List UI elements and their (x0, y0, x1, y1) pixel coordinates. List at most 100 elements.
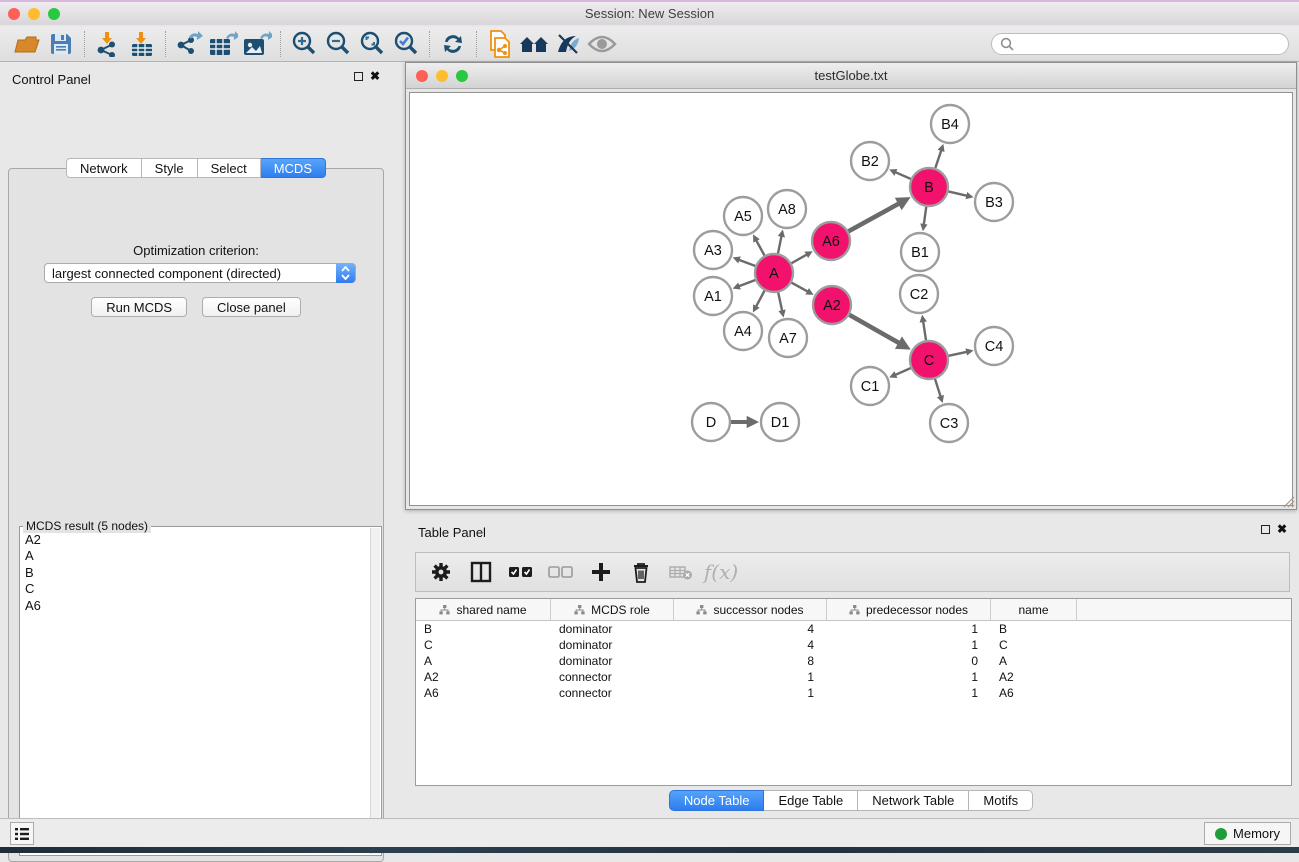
table-cell: A2 (991, 670, 1077, 684)
edge-A6-B[interactable] (846, 203, 900, 233)
desktop-background (0, 847, 1299, 853)
search-input[interactable] (1019, 37, 1280, 51)
tab-edge-table[interactable]: Edge Table (764, 790, 858, 811)
close-panel-button[interactable]: Close panel (202, 297, 301, 317)
table-cell: connector (551, 686, 674, 700)
edge-A-A2[interactable] (789, 281, 808, 292)
task-history-button[interactable] (10, 822, 34, 845)
home-icon[interactable] (517, 30, 551, 58)
toolbar-separator (280, 31, 281, 57)
clone-network-icon[interactable] (483, 30, 517, 58)
table-toolbar: f(x) (415, 552, 1290, 592)
edge-B-B4[interactable] (934, 150, 941, 171)
column-header-successor-nodes[interactable]: successor nodes (674, 599, 827, 620)
result-scrollbar[interactable] (370, 528, 380, 854)
result-item[interactable]: C (25, 581, 370, 597)
column-header-shared-name[interactable]: shared name (416, 599, 551, 620)
column-label: MCDS role (591, 603, 650, 617)
table-row[interactable]: A2connector11A2 (416, 669, 1291, 685)
tab-style[interactable]: Style (142, 158, 198, 178)
table-panel-title: Table Panel (418, 525, 486, 540)
table-row[interactable]: Cdominator41C (416, 637, 1291, 653)
table-row[interactable]: Adominator80A (416, 653, 1291, 669)
import-table-icon[interactable] (125, 30, 159, 58)
mcds-result-list[interactable]: A2ABCA6 (21, 528, 370, 854)
hide-graphics-details-icon[interactable] (551, 30, 585, 58)
delete-column-icon[interactable] (628, 559, 654, 585)
result-item[interactable]: B (25, 565, 370, 581)
graph-node-label: D (706, 415, 716, 431)
export-image-icon[interactable] (240, 30, 274, 58)
table-row[interactable]: A6connector11A6 (416, 685, 1291, 701)
split-view-icon[interactable] (468, 559, 494, 585)
zoom-fit-icon[interactable] (355, 30, 389, 58)
open-session-icon[interactable] (10, 30, 44, 58)
float-panel-icon[interactable] (354, 72, 363, 81)
tab-motifs[interactable]: Motifs (969, 790, 1033, 811)
save-session-icon[interactable] (44, 30, 78, 58)
export-table-icon[interactable] (206, 30, 240, 58)
zoom-out-icon[interactable] (321, 30, 355, 58)
optimization-criterion-label: Optimization criterion: (9, 243, 383, 258)
tab-node-table[interactable]: Node Table (669, 790, 765, 811)
export-network-icon[interactable] (172, 30, 206, 58)
table-cell: 1 (827, 622, 991, 636)
tab-network-table[interactable]: Network Table (858, 790, 969, 811)
edge-A2-C[interactable] (847, 313, 900, 343)
destroy-table-icon[interactable] (668, 559, 694, 585)
tab-network[interactable]: Network (66, 158, 142, 178)
search-icon (1000, 37, 1014, 51)
add-column-icon[interactable] (588, 559, 614, 585)
edge-C-C3[interactable] (934, 376, 941, 397)
network-canvas[interactable]: B4B2BB3A8A5A6A3B1AA1C2A2A4A7CC4C1C3DD1 (409, 92, 1293, 506)
control-panel: Control Panel ✖ Optimization criterion: … (0, 62, 392, 818)
column-type-icon (696, 605, 707, 615)
result-item[interactable]: A (25, 548, 370, 564)
search-box[interactable] (991, 33, 1289, 55)
table-row[interactable]: Bdominator41B (416, 621, 1291, 637)
optimization-criterion-dropdown[interactable]: largest connected component (directed) (44, 263, 356, 283)
close-table-panel-icon[interactable]: ✖ (1277, 525, 1287, 534)
mcds-result-box: MCDS result (5 nodes) A2ABCA6 (19, 526, 382, 856)
tab-select[interactable]: Select (198, 158, 261, 178)
network-view-window: testGlobe.txt B4B2BB3A8A5A6A3B1AA1C2A2A4… (405, 62, 1297, 510)
edge-A-A7[interactable] (778, 290, 783, 312)
table-cell: connector (551, 670, 674, 684)
column-type-icon (849, 605, 860, 615)
edge-C-C4[interactable] (946, 352, 968, 357)
function-builder-icon[interactable]: f(x) (708, 559, 734, 585)
select-all-icon[interactable] (508, 559, 534, 585)
app-titlebar: Session: New Session (0, 0, 1299, 25)
run-mcds-button[interactable]: Run MCDS (91, 297, 187, 317)
graph-node-label: B4 (941, 117, 959, 133)
column-label: name (1018, 603, 1048, 617)
zoom-in-icon[interactable] (287, 30, 321, 58)
memory-button[interactable]: Memory (1204, 822, 1291, 845)
result-item[interactable]: A2 (25, 532, 370, 548)
refresh-icon[interactable] (436, 30, 470, 58)
status-bar: Memory (0, 818, 1299, 847)
table-settings-icon[interactable] (428, 559, 454, 585)
table-cell: 1 (827, 638, 991, 652)
edge-B-B3[interactable] (946, 191, 968, 196)
column-header-name[interactable]: name (991, 599, 1077, 620)
show-graphics-details-icon[interactable] (585, 30, 619, 58)
column-header-predecessor-nodes[interactable]: predecessor nodes (827, 599, 991, 620)
dropdown-stepper-icon[interactable] (336, 263, 355, 283)
float-table-panel-icon[interactable] (1261, 525, 1270, 534)
column-label: shared name (456, 603, 526, 617)
resize-grip-icon[interactable] (1281, 494, 1295, 508)
close-panel-icon[interactable]: ✖ (370, 72, 380, 81)
zoom-selected-icon[interactable] (389, 30, 423, 58)
deselect-all-icon[interactable] (548, 559, 574, 585)
graph-node-label: C2 (910, 287, 929, 303)
node-table[interactable]: shared name MCDS role successor nodesprede… (415, 598, 1292, 786)
graph-node-label: A (769, 266, 779, 282)
edge-C-C2[interactable] (923, 321, 926, 343)
graph-node-label: B (924, 180, 934, 196)
tab-mcds[interactable]: MCDS (261, 158, 326, 178)
column-header-MCDS-role[interactable]: MCDS role (551, 599, 674, 620)
result-item[interactable]: A6 (25, 598, 370, 614)
network-window-titlebar[interactable]: testGlobe.txt (406, 63, 1296, 89)
import-network-icon[interactable] (91, 30, 125, 58)
